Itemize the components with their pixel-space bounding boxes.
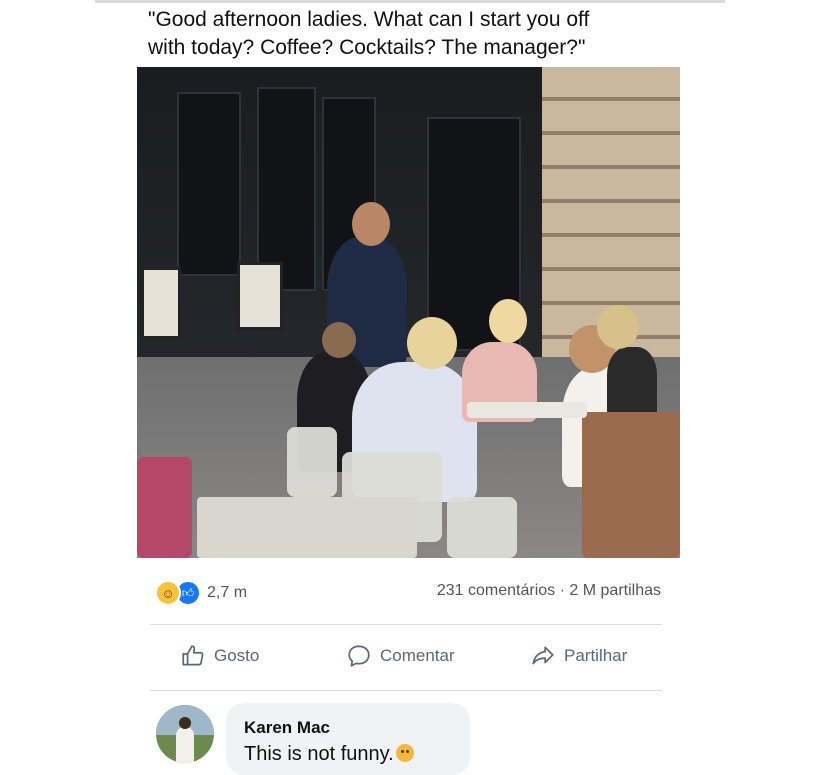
front-table (197, 497, 417, 558)
woman-back (607, 347, 657, 417)
avatar-head (179, 717, 191, 729)
head (407, 317, 457, 369)
coat-on-chair (582, 412, 680, 558)
head (489, 299, 527, 343)
cafe-table (467, 402, 587, 418)
comment-icon (348, 645, 370, 667)
post-stats: 231 comentários · 2 M partilhas (437, 582, 661, 600)
divider-bottom (150, 690, 662, 691)
comment-text: This is not funny. (244, 743, 394, 765)
avatar-figure (176, 727, 194, 763)
commenter-avatar[interactable] (156, 705, 214, 763)
share-button[interactable]: Partilhar (530, 643, 627, 669)
chair (287, 427, 337, 497)
comment-button[interactable]: Comentar (346, 643, 455, 669)
comment-body: This is not funny. (244, 743, 414, 766)
window (177, 92, 241, 276)
divider-top (150, 624, 662, 625)
haha-emoji-icon: ☺ (155, 580, 181, 606)
like-label: Gosto (214, 646, 260, 665)
top-divider (95, 0, 725, 3)
window (257, 87, 316, 291)
post-photo[interactable] (137, 67, 680, 558)
stats-separator: · (559, 582, 565, 599)
frowning-face-icon (395, 744, 414, 762)
share-arrow-icon (532, 646, 554, 665)
action-bar: Gosto Comentar Partilhar (150, 643, 662, 677)
menu-sign (237, 262, 283, 330)
comments-count[interactable]: 231 comentários (437, 582, 555, 599)
menu-sign (141, 267, 181, 339)
reaction-count: 2,7 m (207, 584, 248, 601)
thumbs-up-icon (182, 645, 204, 666)
head (322, 322, 356, 358)
reaction-summary[interactable]: ☺ 👍︎ 2,7 m (155, 580, 247, 606)
comment-author[interactable]: Karen Mac (244, 718, 330, 738)
like-button[interactable]: Gosto (180, 643, 259, 669)
share-label: Partilhar (564, 646, 628, 665)
comment-bubble: Karen Mac This is not funny. (226, 703, 470, 775)
foreground-person (137, 457, 192, 558)
waiter-head (352, 202, 390, 246)
post-caption: "Good afternoon ladies. What can I start… (148, 8, 590, 59)
head (597, 305, 639, 349)
chair (447, 497, 517, 558)
shares-count[interactable]: 2 M partilhas (569, 582, 661, 599)
comment-label: Comentar (380, 646, 455, 665)
